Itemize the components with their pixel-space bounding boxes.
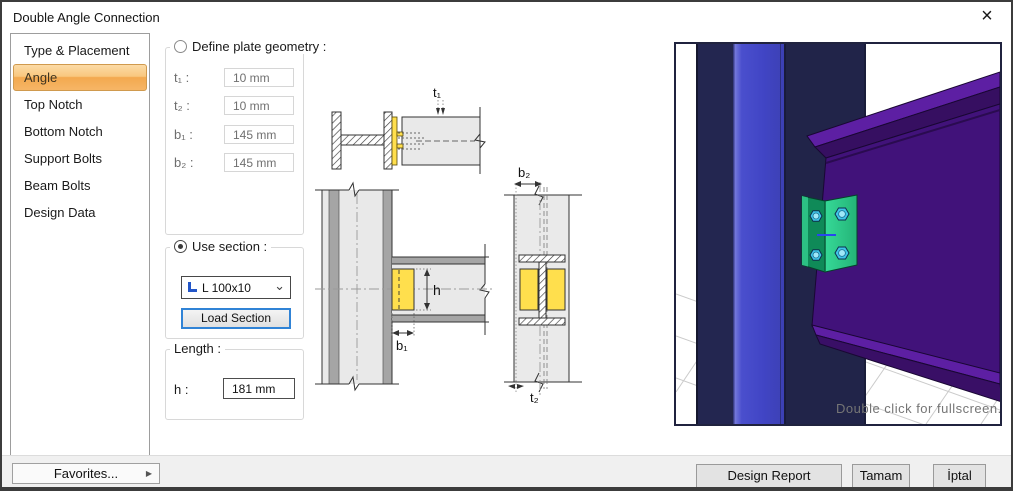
sidebar-item-angle[interactable]: Angle (13, 64, 147, 91)
section-dropdown-value: L 100x10 (202, 280, 251, 295)
arrow-right-icon: ▶ (145, 469, 152, 478)
b1-field (224, 125, 294, 144)
diagram-elevation-view: h b₁ (315, 181, 493, 392)
length-caption: Length : (170, 341, 225, 356)
t2-dim-label: t₂ (530, 390, 539, 405)
l-section-icon (188, 281, 197, 292)
t1-label: t₁ : (174, 70, 190, 85)
title-bar: Double Angle Connection × (2, 2, 1011, 32)
t2-field (224, 96, 294, 115)
fullscreen-hint: Double click for fullscreen. (836, 401, 1000, 416)
sidebar: Type & Placement Angle Top Notch Bottom … (10, 33, 150, 457)
diagram-section-view: b₂ t₂ (504, 165, 582, 405)
design-report-button[interactable]: Design Report (696, 464, 842, 487)
diagram-top-view: t₁ (331, 85, 486, 174)
b2-label: b₂ : (174, 155, 194, 170)
b1-label: b₁ : (174, 127, 193, 142)
3d-scene: Double click for fullscreen. (675, 44, 1003, 453)
t2-label: t₂ : (174, 98, 190, 113)
ok-button[interactable]: Tamam (852, 464, 910, 487)
h-label: h : (174, 382, 189, 397)
favorites-button[interactable]: Favorites... ▶ (12, 463, 160, 484)
b2-dim-label: b₂ (518, 165, 530, 180)
use-section-caption: Use section : (170, 239, 272, 254)
connection-diagrams: t₁ h b₁ b₂ t₂ (315, 85, 582, 405)
sidebar-item-bottom-notch[interactable]: Bottom Notch (13, 118, 147, 145)
cancel-button[interactable]: İptal (933, 464, 986, 487)
h-field[interactable] (223, 378, 295, 399)
favorites-label: Favorites... (53, 466, 119, 481)
footer-bar: Favorites... ▶ Design Report Tamam İptal (2, 455, 1011, 487)
sidebar-item-beam-bolts[interactable]: Beam Bolts (13, 172, 147, 199)
plate-geometry-group: Define plate geometry : t₁ : t₂ : b₁ : b… (165, 39, 331, 235)
t1-dim-label: t₁ (433, 85, 442, 100)
use-section-radio[interactable] (174, 240, 187, 253)
bolt-icon (834, 246, 850, 260)
b2-field (224, 153, 294, 172)
dialog-title: Double Angle Connection (13, 10, 160, 25)
length-group: Length : h : (165, 341, 304, 420)
3d-preview-viewport[interactable]: Double click for fullscreen. (674, 42, 1003, 453)
bolt-icon (809, 210, 823, 222)
close-icon[interactable]: × (976, 4, 998, 28)
load-section-button[interactable]: Load Section (181, 308, 291, 329)
sidebar-item-type-placement[interactable]: Type & Placement (13, 37, 147, 64)
plate-geometry-caption: Define plate geometry : (170, 39, 331, 54)
double-angle-connection-dialog: Double Angle Connection × Type & Placeme… (0, 0, 1013, 491)
section-dropdown[interactable]: L 100x10 ⌄ (181, 276, 291, 299)
plate-geometry-radio[interactable] (174, 40, 187, 53)
angle-plate-3d (801, 194, 858, 273)
bolt-icon (834, 207, 850, 221)
length-label: Length : (174, 341, 221, 356)
sidebar-item-support-bolts[interactable]: Support Bolts (13, 145, 147, 172)
t1-field (224, 68, 294, 87)
sidebar-item-design-data[interactable]: Design Data (13, 199, 147, 226)
chevron-down-icon: ⌄ (274, 278, 285, 293)
h-dim-label: h (433, 282, 441, 298)
b1-dim-label: b₁ (396, 338, 408, 353)
bolt-icon (809, 249, 823, 261)
plate-geometry-label: Define plate geometry : (192, 39, 327, 54)
use-section-group: Use section : L 100x10 ⌄ Load Section (165, 239, 304, 339)
sidebar-item-top-notch[interactable]: Top Notch (13, 91, 147, 118)
use-section-label: Use section : (192, 239, 268, 254)
